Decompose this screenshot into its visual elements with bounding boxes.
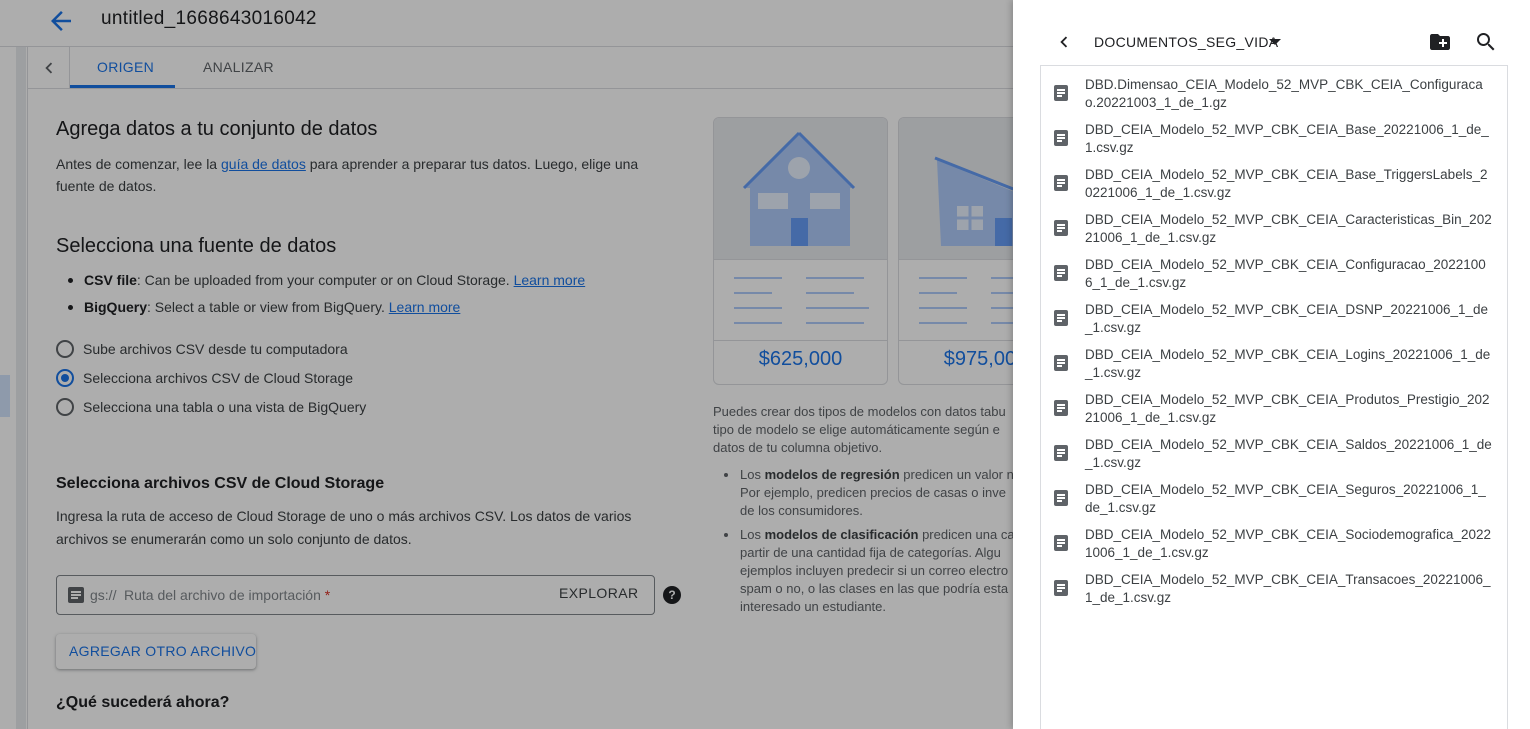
- file-item[interactable]: DBD_CEIA_Modelo_52_MVP_CBK_CEIA_Caracter…: [1041, 205, 1507, 250]
- file-icon: [1054, 265, 1068, 281]
- file-item[interactable]: DBD_CEIA_Modelo_52_MVP_CBK_CEIA_Configur…: [1041, 250, 1507, 295]
- file-name: DBD_CEIA_Modelo_52_MVP_CBK_CEIA_DSNP_202…: [1085, 302, 1489, 335]
- file-name: DBD_CEIA_Modelo_52_MVP_CBK_CEIA_Seguros_…: [1085, 482, 1486, 515]
- file-icon: [1054, 400, 1068, 416]
- search-icon[interactable]: [1474, 30, 1498, 54]
- file-item[interactable]: DBD_CEIA_Modelo_52_MVP_CBK_CEIA_Produtos…: [1041, 385, 1507, 430]
- file-name: DBD_CEIA_Modelo_52_MVP_CBK_CEIA_Produtos…: [1085, 392, 1490, 425]
- file-icon: [1054, 130, 1068, 146]
- file-item[interactable]: DBD_CEIA_Modelo_52_MVP_CBK_CEIA_Saldos_2…: [1041, 430, 1507, 475]
- file-item[interactable]: DBD_CEIA_Modelo_52_MVP_CBK_CEIA_Logins_2…: [1041, 340, 1507, 385]
- file-item[interactable]: DBD.Dimensao_CEIA_Modelo_52_MVP_CBK_CEIA…: [1041, 70, 1507, 115]
- file-icon: [1054, 535, 1068, 551]
- file-name: DBD_CEIA_Modelo_52_MVP_CBK_CEIA_Transaco…: [1085, 572, 1491, 605]
- file-name: DBD_CEIA_Modelo_52_MVP_CBK_CEIA_Configur…: [1085, 257, 1486, 290]
- file-icon: [1054, 580, 1068, 596]
- file-name: DBD.Dimensao_CEIA_Modelo_52_MVP_CBK_CEIA…: [1085, 77, 1483, 110]
- file-name: DBD_CEIA_Modelo_52_MVP_CBK_CEIA_Base_Tri…: [1085, 167, 1488, 200]
- file-icon: [1054, 85, 1068, 101]
- bucket-name[interactable]: DOCUMENTOS_SEG_VIDA: [1094, 34, 1278, 50]
- file-name: DBD_CEIA_Modelo_52_MVP_CBK_CEIA_Base_202…: [1085, 122, 1489, 155]
- chevron-left-icon[interactable]: [1053, 30, 1075, 54]
- file-name: DBD_CEIA_Modelo_52_MVP_CBK_CEIA_Saldos_2…: [1085, 437, 1492, 470]
- file-icon: [1054, 220, 1068, 236]
- file-icon: [1054, 175, 1068, 191]
- file-name: DBD_CEIA_Modelo_52_MVP_CBK_CEIA_Logins_2…: [1085, 347, 1491, 380]
- file-icon: [1054, 490, 1068, 506]
- file-icon: [1054, 310, 1068, 326]
- file-icon: [1054, 445, 1068, 461]
- file-item[interactable]: DBD_CEIA_Modelo_52_MVP_CBK_CEIA_DSNP_202…: [1041, 295, 1507, 340]
- file-item[interactable]: DBD_CEIA_Modelo_52_MVP_CBK_CEIA_Base_Tri…: [1041, 160, 1507, 205]
- modal-scrim[interactable]: [0, 0, 1013, 729]
- file-item[interactable]: DBD_CEIA_Modelo_52_MVP_CBK_CEIA_Seguros_…: [1041, 475, 1507, 520]
- file-name: DBD_CEIA_Modelo_52_MVP_CBK_CEIA_Caracter…: [1085, 212, 1492, 245]
- new-folder-icon[interactable]: [1427, 30, 1453, 54]
- storage-browser-panel: DOCUMENTOS_SEG_VIDA DBD.Dimensao_CEIA_Mo…: [1013, 0, 1530, 729]
- file-item[interactable]: DBD_CEIA_Modelo_52_MVP_CBK_CEIA_Transaco…: [1041, 565, 1507, 610]
- caret-down-icon[interactable]: [1269, 39, 1281, 45]
- file-icon: [1054, 355, 1068, 371]
- file-item[interactable]: DBD_CEIA_Modelo_52_MVP_CBK_CEIA_Sociodem…: [1041, 520, 1507, 565]
- file-item[interactable]: DBD_CEIA_Modelo_52_MVP_CBK_CEIA_Base_202…: [1041, 115, 1507, 160]
- file-list: DBD.Dimensao_CEIA_Modelo_52_MVP_CBK_CEIA…: [1040, 65, 1508, 729]
- file-name: DBD_CEIA_Modelo_52_MVP_CBK_CEIA_Sociodem…: [1085, 527, 1491, 560]
